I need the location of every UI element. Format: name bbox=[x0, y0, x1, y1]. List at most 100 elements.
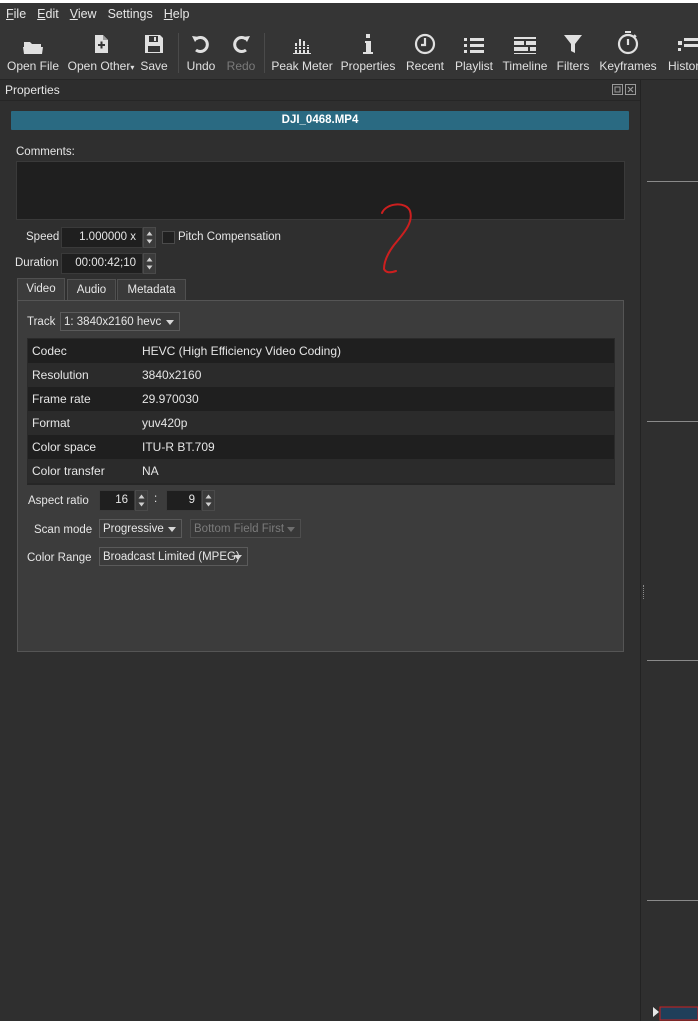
properties-panel: DJI_0468.MP4 Comments: Speed 1.000000 x … bbox=[0, 101, 640, 1021]
scan-mode-value: Progressive bbox=[103, 523, 164, 535]
pitch-compensation-checkbox[interactable] bbox=[162, 231, 175, 244]
save-label: Save bbox=[140, 59, 168, 73]
tab-audio[interactable]: Audio bbox=[67, 279, 116, 301]
properties-label: Properties bbox=[340, 59, 396, 73]
app-window: File Edit View Settings Help Open File O… bbox=[0, 3, 698, 1021]
divider bbox=[647, 660, 698, 661]
keyframes-label: Keyframes bbox=[599, 59, 657, 73]
divider bbox=[647, 900, 698, 901]
open-other-text: Open Other bbox=[67, 59, 131, 73]
info-value: 3840x2160 bbox=[142, 368, 202, 382]
speed-value: 1.000000 x bbox=[79, 231, 136, 243]
color-range-label: Color Range bbox=[27, 552, 92, 564]
menu-help-mnemonic: H bbox=[163, 7, 173, 21]
menu-edit-rest: dit bbox=[45, 7, 59, 21]
table-row: Codec HEVC (High Efficiency Video Coding… bbox=[28, 339, 614, 363]
table-row: Format yuv420p bbox=[28, 411, 614, 435]
open-other-dropdown-icon: ▾ bbox=[130, 63, 135, 72]
timeline-label: Timeline bbox=[502, 59, 548, 73]
toolbar-separator bbox=[264, 33, 265, 73]
duration-stepper-buttons[interactable] bbox=[143, 253, 156, 274]
divider bbox=[647, 181, 698, 182]
dock-title: Properties bbox=[5, 83, 60, 97]
recent-button[interactable]: Recent bbox=[405, 25, 445, 79]
comments-label: Comments: bbox=[16, 146, 75, 158]
aspect-separator: : bbox=[154, 493, 158, 505]
info-icon bbox=[361, 25, 375, 55]
toolbar-separator bbox=[178, 33, 179, 73]
float-icon[interactable] bbox=[612, 84, 623, 95]
splitter-handle[interactable] bbox=[643, 585, 646, 599]
aspect-width-spinbox[interactable]: 16 bbox=[99, 490, 135, 511]
undo-button[interactable]: Undo bbox=[184, 25, 218, 79]
question-mark-annotation-icon bbox=[381, 203, 412, 304]
timeline-button[interactable]: Timeline bbox=[502, 25, 548, 79]
playlist-button[interactable]: Playlist bbox=[453, 25, 495, 79]
menu-help[interactable]: Help bbox=[158, 3, 195, 25]
peak-meter-button[interactable]: Peak Meter bbox=[271, 25, 333, 79]
field-order-select[interactable]: Bottom Field First bbox=[190, 519, 301, 538]
clock-icon bbox=[414, 25, 436, 55]
floppy-disk-icon bbox=[143, 25, 165, 55]
recent-label: Recent bbox=[405, 59, 445, 73]
info-key: Format bbox=[32, 416, 71, 430]
menu-view[interactable]: View bbox=[64, 3, 102, 25]
stepper-arrows-icon bbox=[205, 494, 212, 507]
stepper-arrows-icon bbox=[138, 494, 145, 507]
open-file-label: Open File bbox=[6, 59, 60, 73]
chevron-down-icon bbox=[168, 527, 176, 532]
timeline-playhead-icon bbox=[653, 1006, 698, 1021]
redo-button[interactable]: Redo bbox=[224, 25, 258, 79]
info-key: Frame rate bbox=[32, 392, 91, 406]
aspect-height-spinbox[interactable]: 9 bbox=[166, 490, 202, 511]
duration-spinbox[interactable]: 00:00:42;10 bbox=[61, 253, 143, 274]
aspect-height-stepper[interactable] bbox=[202, 490, 215, 511]
table-row: Color space ITU-R BT.709 bbox=[28, 435, 614, 459]
comments-textarea[interactable] bbox=[16, 161, 625, 220]
speed-spinbox[interactable]: 1.000000 x bbox=[61, 227, 143, 248]
keyframes-button[interactable]: Keyframes bbox=[598, 25, 658, 79]
aspect-width-stepper[interactable] bbox=[135, 490, 148, 511]
menu-settings-label: Settings bbox=[107, 7, 153, 21]
folder-open-icon bbox=[22, 25, 44, 55]
playlist-label: Playlist bbox=[454, 59, 493, 73]
menu-file[interactable]: File bbox=[0, 3, 31, 25]
info-value: HEVC (High Efficiency Video Coding) bbox=[142, 344, 341, 358]
filters-button[interactable]: Filters bbox=[555, 25, 591, 79]
properties-button[interactable]: Properties bbox=[340, 25, 396, 79]
info-value: NA bbox=[142, 464, 159, 478]
history-button[interactable]: Histor bbox=[664, 25, 698, 79]
table-row: Resolution 3840x2160 bbox=[28, 363, 614, 387]
menu-file-mnemonic: F bbox=[6, 7, 14, 21]
chevron-down-icon bbox=[166, 320, 174, 325]
table-row: Frame rate 29.970030 bbox=[28, 387, 614, 411]
stopwatch-icon bbox=[617, 25, 639, 55]
open-file-button[interactable]: Open File bbox=[6, 25, 60, 79]
history-label: Histor bbox=[668, 59, 698, 73]
undo-label: Undo bbox=[186, 59, 216, 73]
menu-view-rest: iew bbox=[77, 7, 97, 21]
color-range-select[interactable]: Broadcast Limited (MPEG) bbox=[99, 547, 248, 566]
open-other-button[interactable]: Open Other▾ bbox=[68, 25, 134, 79]
list-icon bbox=[463, 25, 485, 55]
menu-settings[interactable]: Settings bbox=[102, 3, 158, 25]
speed-stepper-buttons[interactable] bbox=[143, 227, 156, 248]
redo-icon bbox=[230, 25, 252, 55]
divider bbox=[647, 421, 698, 422]
filters-label: Filters bbox=[556, 59, 590, 73]
field-order-value: Bottom Field First bbox=[194, 523, 285, 535]
close-icon[interactable] bbox=[625, 84, 636, 95]
tab-video[interactable]: Video bbox=[17, 278, 65, 301]
history-icon bbox=[664, 25, 698, 55]
track-select-value: 1: 3840x2160 hevc bbox=[64, 316, 162, 328]
scan-mode-select[interactable]: Progressive bbox=[99, 519, 182, 538]
info-key: Resolution bbox=[32, 368, 89, 382]
chevron-down-icon bbox=[287, 527, 295, 532]
tab-metadata[interactable]: Metadata bbox=[117, 279, 186, 301]
save-button[interactable]: Save bbox=[138, 25, 170, 79]
track-label: Track bbox=[27, 316, 56, 328]
menu-edit[interactable]: Edit bbox=[31, 3, 64, 25]
info-value: ITU-R BT.709 bbox=[142, 440, 215, 454]
track-select[interactable]: 1: 3840x2160 hevc bbox=[60, 312, 180, 331]
file-plus-icon bbox=[90, 25, 112, 55]
